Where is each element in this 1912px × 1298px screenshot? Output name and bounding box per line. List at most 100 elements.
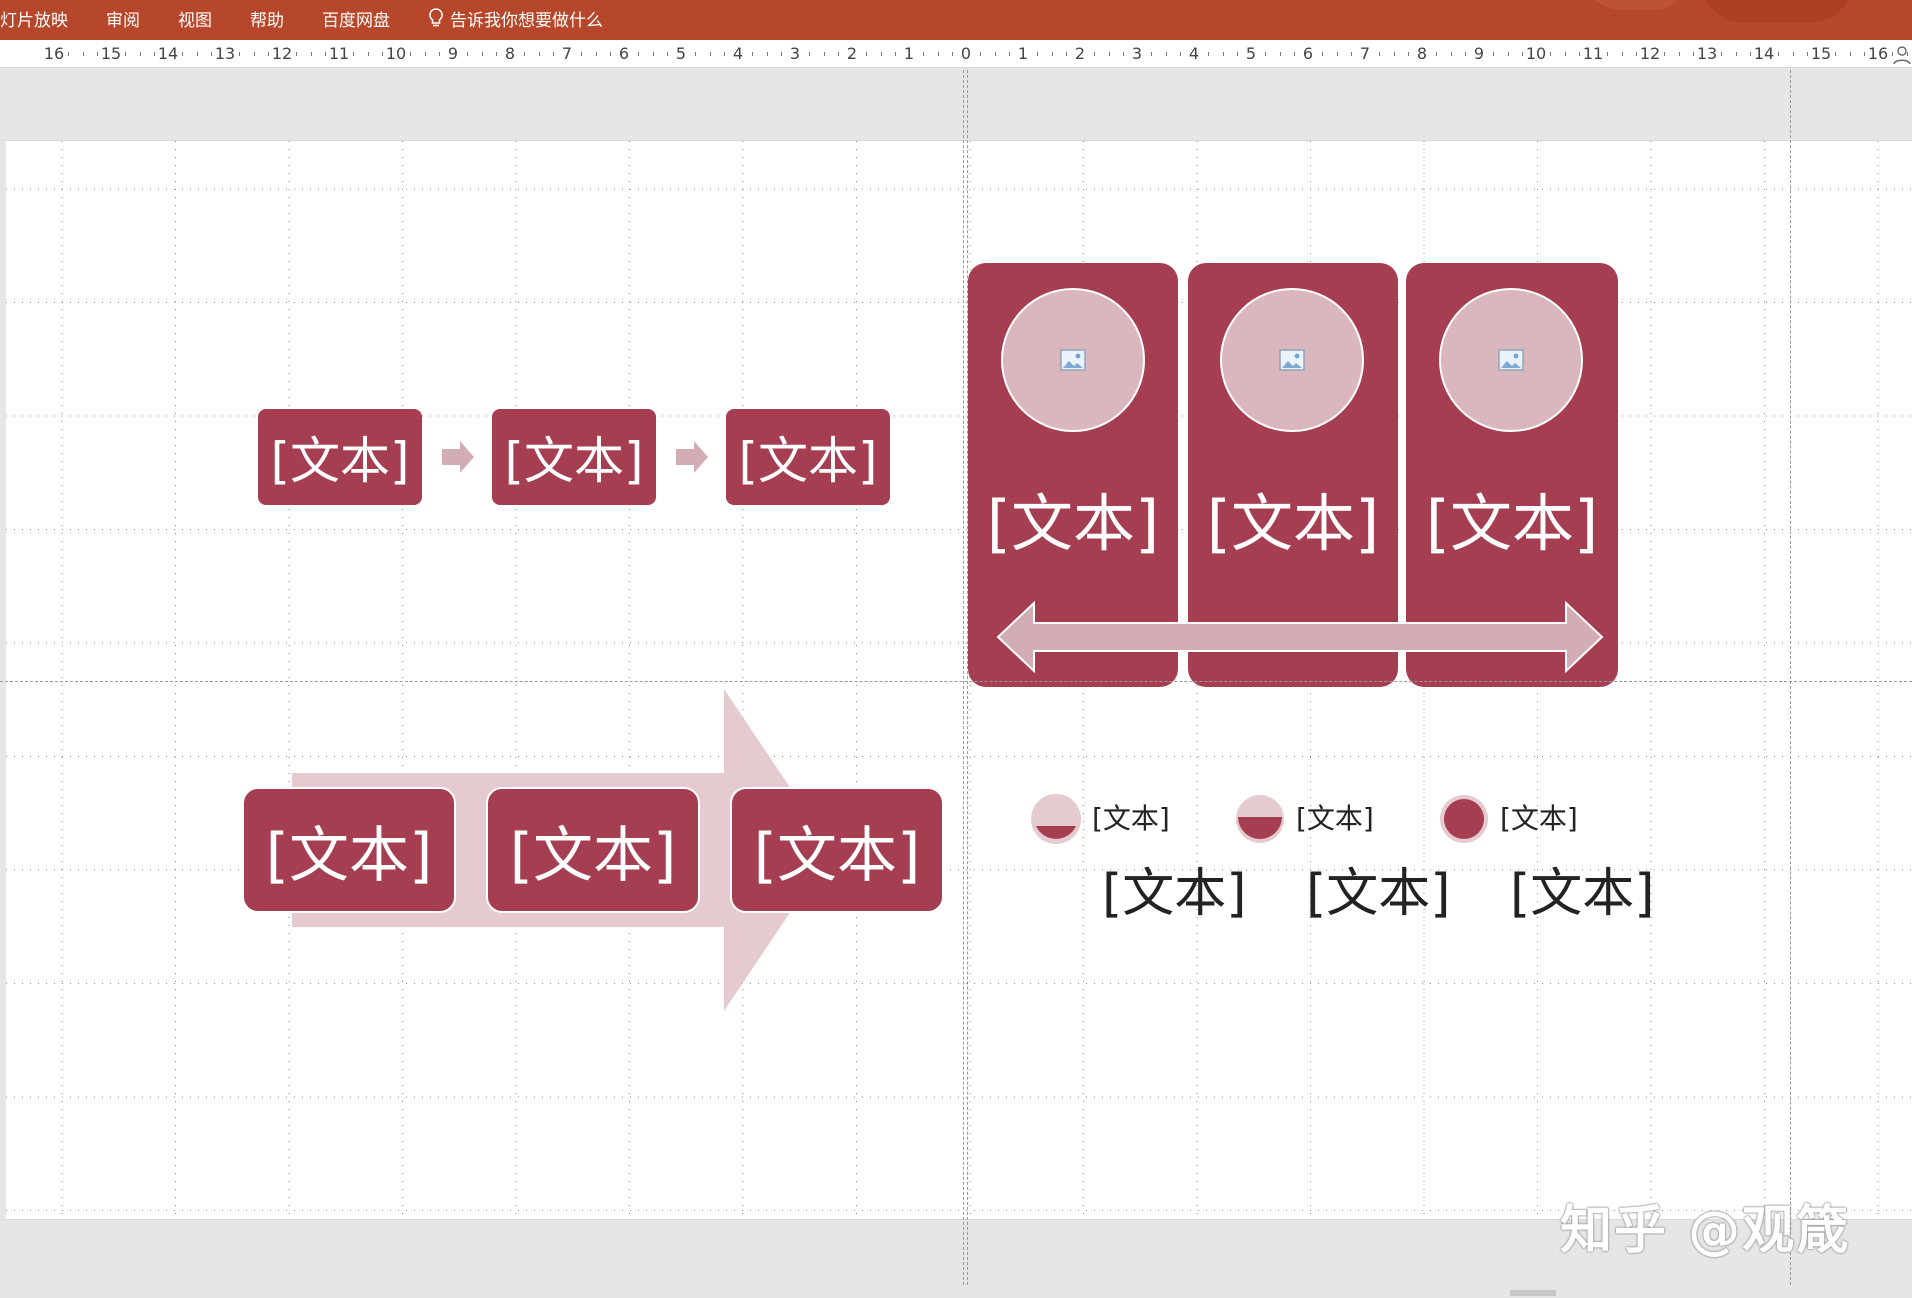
tab-help[interactable]: 帮助	[250, 6, 284, 31]
ruler-label: 3	[789, 44, 801, 63]
legend-large-label-3[interactable]: [文本]	[1510, 851, 1655, 926]
ribbon-decoration	[1582, 0, 1692, 10]
ruler-tick	[1436, 52, 1438, 56]
picture-placeholder-1[interactable]	[1001, 288, 1145, 432]
ruler-tick	[752, 52, 754, 56]
column-text-3[interactable]: [文本]	[1406, 473, 1618, 563]
ruler-tick	[1578, 52, 1580, 56]
legend-small-label-1[interactable]: [文本]	[1092, 797, 1170, 837]
ruler-tick	[438, 52, 440, 56]
center-guide-vertical-2[interactable]	[967, 70, 968, 1285]
arrow-process-step-3[interactable]: [文本]	[730, 787, 944, 913]
ruler-tick	[296, 52, 298, 56]
half-fill-circle-icon	[1236, 795, 1284, 843]
process-step-3[interactable]: [文本]	[726, 409, 890, 505]
ruler-tick	[766, 52, 768, 56]
ruler-tick	[1664, 52, 1666, 56]
ruler-tick	[310, 52, 312, 56]
ruler-label: 3	[1131, 44, 1143, 63]
ruler-tick	[182, 52, 184, 56]
tab-view[interactable]: 视图	[178, 6, 212, 31]
tab-baidu-netdisk[interactable]: 百度网盘	[322, 6, 390, 31]
column-text-2[interactable]: [文本]	[1188, 473, 1398, 563]
ruler-tick	[1393, 52, 1395, 56]
right-guide-vertical[interactable]	[1790, 70, 1791, 1285]
picture-placeholder-2[interactable]	[1220, 288, 1364, 432]
image-icon	[1498, 349, 1524, 371]
ruler-label: 2	[1074, 44, 1086, 63]
process-step-label: [文本]	[504, 432, 644, 490]
ruler-tick	[1521, 52, 1523, 56]
center-guide-vertical[interactable]	[963, 70, 964, 1285]
ruler-label: 6	[618, 44, 630, 63]
process-step-label: [文本]	[738, 432, 878, 490]
ruler-tick	[1108, 52, 1110, 56]
ruler-tick	[1692, 52, 1694, 56]
ruler-label: 7	[1359, 44, 1371, 63]
ruler-tick	[82, 52, 84, 56]
ruler-label: 12	[271, 44, 293, 63]
ruler-tick	[481, 52, 483, 56]
ruler-tick	[1550, 52, 1552, 56]
arrow-process-step-1[interactable]: [文本]	[242, 787, 456, 913]
ruler-label: 14	[157, 44, 179, 63]
ruler-tick	[424, 52, 426, 56]
middle-guide-horizontal[interactable]	[0, 681, 1912, 682]
ruler-tick	[1236, 52, 1238, 56]
scrollbar-thumb[interactable]	[1510, 1290, 1556, 1296]
ruler-label: 5	[1245, 44, 1257, 63]
process-step-label: [文本]	[270, 432, 410, 490]
ruler-tick	[823, 52, 825, 56]
legend-small-label-3[interactable]: [文本]	[1500, 797, 1578, 837]
tab-review[interactable]: 审阅	[106, 6, 140, 31]
ruler-tick	[1293, 52, 1295, 56]
ruler-label: 1	[903, 44, 915, 63]
process-step-2[interactable]: [文本]	[492, 409, 656, 505]
ruler-tick	[139, 52, 141, 56]
ruler-tick	[1122, 52, 1124, 56]
arrow-right-icon	[676, 441, 708, 473]
arrow-process-step-2[interactable]: [文本]	[486, 787, 700, 913]
horizontal-scrollbar[interactable]	[0, 1288, 1912, 1298]
picture-placeholder-3[interactable]	[1439, 288, 1583, 432]
horizontal-ruler[interactable]: 16 15 14 13 12 11 10 9 8 7 6 5 4 3 2 1 0 1 2 3 4 5 6 7 8 9 10 11 12 1…	[0, 40, 1912, 68]
ruler-tick	[1350, 52, 1352, 56]
ruler-label: 8	[504, 44, 516, 63]
ruler-tick	[1835, 52, 1837, 56]
tell-me-box[interactable]: 告诉我你想要做什么	[428, 6, 603, 31]
ruler-tick	[552, 52, 554, 56]
column-text-1[interactable]: [文本]	[968, 473, 1178, 563]
arrow-process-label: [文本]	[753, 820, 921, 891]
ruler-tick	[1265, 52, 1267, 56]
ruler-tick	[1151, 52, 1153, 56]
tab-slideshow[interactable]: 灯片放映	[0, 6, 68, 31]
ruler-tick	[709, 52, 711, 56]
ruler-tick	[381, 52, 383, 56]
ruler-tick	[1849, 52, 1851, 56]
ruler-tick	[581, 52, 583, 56]
ruler-tick	[1464, 52, 1466, 56]
ruler-tick	[467, 52, 469, 56]
ruler-tick	[410, 52, 412, 56]
slide-canvas[interactable]: [文本] [文本] [文本] [文本] [文本] [文本] [文本] [文本] …	[6, 140, 1912, 1220]
ruler-label: 13	[1696, 44, 1718, 63]
lightbulb-icon	[429, 8, 443, 27]
ruler-label: 0	[960, 44, 972, 63]
watermark: 知乎 @观箴	[1560, 1201, 1851, 1261]
arrow-process-label: [文本]	[265, 820, 433, 891]
ruler-tick	[253, 52, 255, 56]
ruler-label: 16	[43, 44, 65, 63]
ruler-tick	[894, 52, 896, 56]
ruler-tick	[324, 52, 326, 56]
ruler-label: 8	[1416, 44, 1428, 63]
ruler-tick	[1037, 52, 1039, 56]
process-step-1[interactable]: [文本]	[258, 409, 422, 505]
ruler-label: 16	[1867, 44, 1889, 63]
ruler-tick	[1778, 52, 1780, 56]
legend-large-label-2[interactable]: [文本]	[1306, 851, 1451, 926]
ruler-tick	[1721, 52, 1723, 56]
user-icon[interactable]	[1892, 44, 1912, 64]
ruler-tick	[923, 52, 925, 56]
legend-small-label-2[interactable]: [文本]	[1296, 797, 1374, 837]
legend-large-label-1[interactable]: [文本]	[1102, 851, 1247, 926]
